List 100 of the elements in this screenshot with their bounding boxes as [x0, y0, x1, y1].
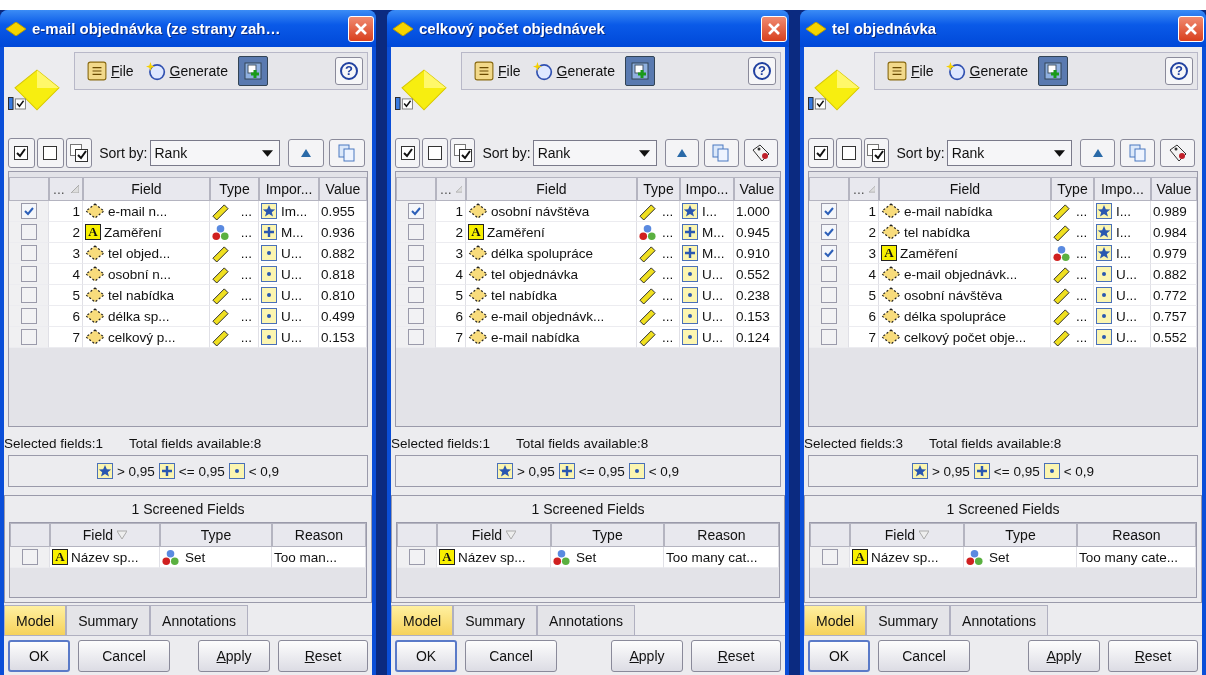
row-checkbox[interactable]: [407, 329, 424, 345]
row-checkbox[interactable]: [820, 308, 837, 324]
column-header[interactable]: Type: [964, 523, 1077, 547]
column-header[interactable]: Reason: [1077, 523, 1196, 547]
uncheck-all-button[interactable]: [422, 138, 448, 168]
column-header[interactable]: Field: [50, 523, 160, 547]
dialog-button[interactable]: Reset: [691, 640, 781, 672]
sort-ascending-button[interactable]: [1080, 139, 1116, 167]
tab[interactable]: Annotations: [950, 605, 1048, 635]
dialog-button[interactable]: Cancel: [465, 640, 557, 672]
row-checkbox[interactable]: [407, 266, 424, 282]
tag-button[interactable]: [743, 139, 778, 167]
row-checkbox[interactable]: [820, 245, 837, 261]
column-header[interactable]: Field: [83, 177, 210, 201]
column-header[interactable]: Type: [1051, 177, 1094, 201]
column-header[interactable]: Impor...: [259, 177, 319, 201]
column-header[interactable]: ...: [849, 177, 879, 201]
row-checkbox[interactable]: [20, 287, 37, 303]
column-header[interactable]: Value: [1151, 177, 1197, 201]
sort-dropdown[interactable]: Rank: [532, 140, 657, 166]
tab[interactable]: Summary: [66, 605, 151, 635]
row-checkbox[interactable]: [407, 203, 424, 219]
column-header[interactable]: Impo...: [680, 177, 734, 201]
column-header[interactable]: Type: [637, 177, 680, 201]
tag-button[interactable]: [1160, 139, 1195, 167]
close-button[interactable]: [348, 15, 374, 42]
row-checkbox[interactable]: [20, 266, 37, 282]
column-header[interactable]: Reason: [272, 523, 366, 547]
column-header[interactable]: Field: [879, 177, 1051, 201]
tab[interactable]: Summary: [453, 605, 538, 635]
sort-dropdown[interactable]: Rank: [946, 140, 1073, 166]
menu-button[interactable]: File: [885, 59, 936, 83]
help-button[interactable]: ?: [1165, 57, 1193, 85]
row-checkbox[interactable]: [20, 224, 37, 240]
uncheck-all-button[interactable]: [835, 138, 862, 168]
tab[interactable]: Summary: [866, 605, 951, 635]
row-checkbox[interactable]: [820, 203, 837, 219]
dialog-button[interactable]: OK: [808, 640, 870, 672]
menu-button[interactable]: File: [472, 59, 523, 83]
invert-selection-button[interactable]: [863, 138, 890, 168]
row-checkbox[interactable]: [820, 329, 837, 345]
row-checkbox[interactable]: [407, 224, 424, 240]
menu-button[interactable]: Generate: [530, 59, 617, 83]
column-header[interactable]: Field: [850, 523, 964, 547]
row-checkbox[interactable]: [820, 287, 837, 303]
add-node-button[interactable]: [624, 56, 655, 86]
column-header[interactable]: ...: [436, 177, 466, 201]
close-button[interactable]: [1178, 15, 1204, 42]
sort-ascending-button[interactable]: [287, 139, 324, 167]
dialog-button[interactable]: Apply: [1028, 640, 1100, 672]
dialog-button[interactable]: Apply: [198, 640, 270, 672]
dialog-button[interactable]: OK: [395, 640, 457, 672]
tab[interactable]: Model: [4, 605, 67, 635]
add-node-button[interactable]: [1037, 56, 1068, 86]
row-checkbox[interactable]: [408, 549, 425, 565]
check-all-button[interactable]: [395, 138, 421, 168]
column-header[interactable]: Impo...: [1094, 177, 1151, 201]
column-header[interactable]: Type: [210, 177, 259, 201]
sort-ascending-button[interactable]: [664, 139, 700, 167]
tab[interactable]: Model: [391, 605, 454, 635]
uncheck-all-button[interactable]: [36, 138, 64, 168]
row-checkbox[interactable]: [20, 329, 37, 345]
invert-selection-button[interactable]: [449, 138, 476, 168]
column-header[interactable]: Type: [160, 523, 272, 547]
column-header[interactable]: Reason: [664, 523, 779, 547]
row-checkbox[interactable]: [820, 266, 837, 282]
dialog-button[interactable]: Apply: [611, 640, 683, 672]
column-header[interactable]: Value: [319, 177, 367, 201]
dialog-button[interactable]: Cancel: [78, 640, 170, 672]
menu-button[interactable]: Generate: [943, 59, 1030, 83]
tab[interactable]: Annotations: [537, 605, 635, 635]
help-button[interactable]: ?: [748, 57, 776, 85]
add-node-button[interactable]: [237, 56, 268, 86]
dialog-button[interactable]: Reset: [278, 640, 368, 672]
dialog-button[interactable]: Cancel: [878, 640, 970, 672]
row-checkbox[interactable]: [820, 224, 837, 240]
close-button[interactable]: [761, 15, 787, 42]
menu-button[interactable]: Generate: [143, 59, 230, 83]
dialog-button[interactable]: Reset: [1108, 640, 1198, 672]
row-checkbox[interactable]: [20, 245, 37, 261]
column-header[interactable]: Field: [437, 523, 551, 547]
column-header[interactable]: Value: [734, 177, 780, 201]
invert-selection-button[interactable]: [65, 138, 93, 168]
row-checkbox[interactable]: [821, 549, 838, 565]
dialog-button[interactable]: OK: [8, 640, 70, 672]
tab[interactable]: Annotations: [150, 605, 248, 635]
check-all-button[interactable]: [8, 138, 35, 168]
tab[interactable]: Model: [804, 605, 867, 635]
row-checkbox[interactable]: [407, 287, 424, 303]
column-header[interactable]: Field: [466, 177, 637, 201]
row-checkbox[interactable]: [407, 245, 424, 261]
column-header[interactable]: ...: [49, 177, 83, 201]
menu-button[interactable]: File: [85, 59, 136, 83]
row-checkbox[interactable]: [21, 549, 38, 565]
help-button[interactable]: ?: [335, 57, 363, 85]
column-header[interactable]: Type: [551, 523, 664, 547]
check-all-button[interactable]: [808, 138, 834, 168]
sort-dropdown[interactable]: Rank: [149, 140, 280, 166]
row-checkbox[interactable]: [407, 308, 424, 324]
row-checkbox[interactable]: [20, 308, 37, 324]
